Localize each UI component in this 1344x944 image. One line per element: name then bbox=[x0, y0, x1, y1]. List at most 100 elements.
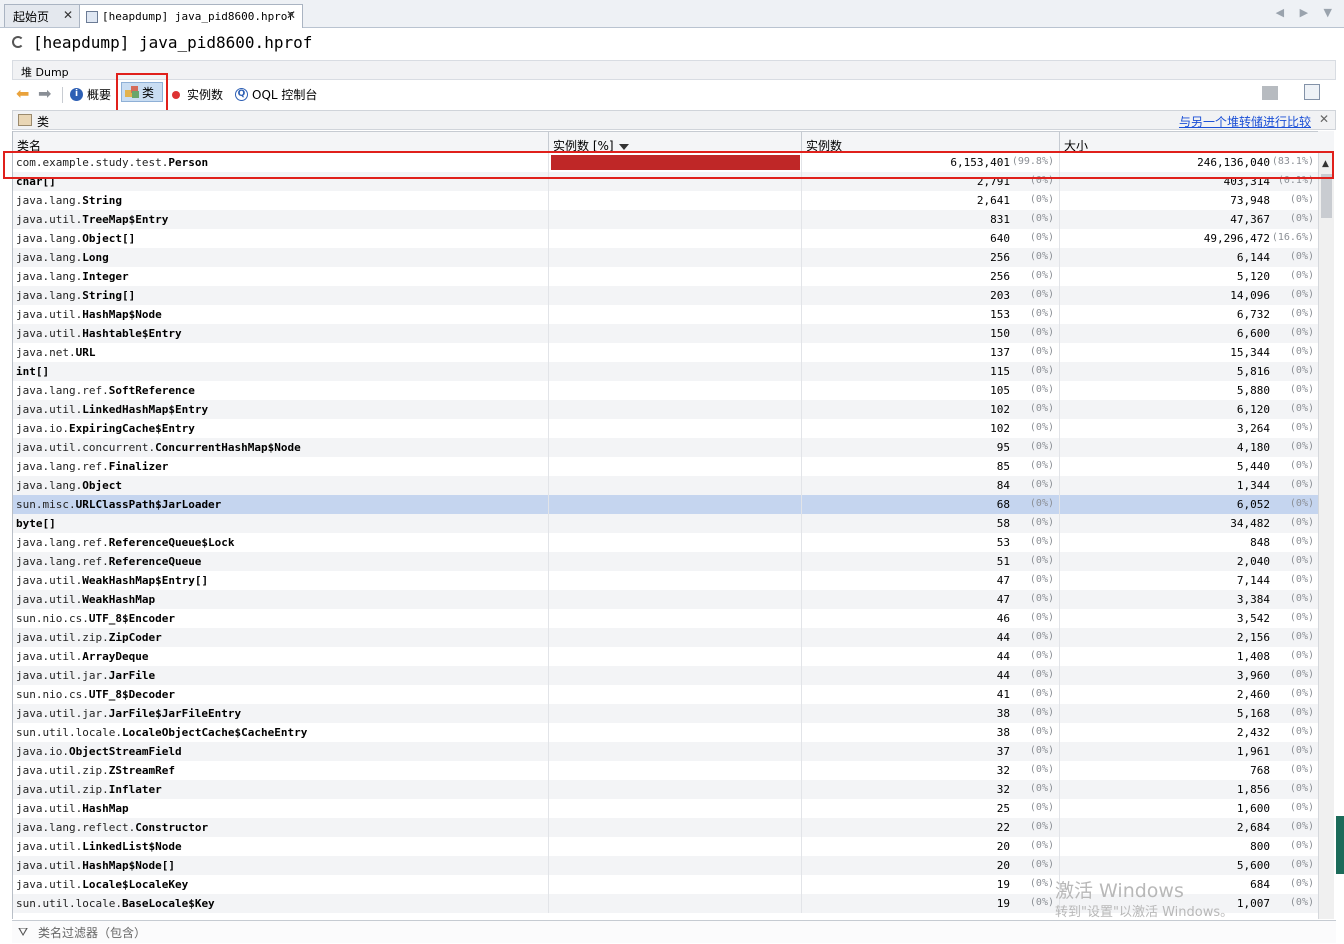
instances-cell: 150 (0%) bbox=[801, 324, 1060, 343]
table-row[interactable]: java.lang.reflect.Constructor 22 (0%) 2,684… bbox=[13, 818, 1319, 837]
size-value: 6,144 bbox=[1236, 251, 1270, 264]
class-simple-name: WeakHashMap$Entry[] bbox=[82, 574, 209, 587]
table-row[interactable]: java.util.LinkedList$Node 20 (0%) 800 (0%) bbox=[13, 837, 1319, 856]
table-row[interactable]: java.util.zip.Inflater 32 (0%) 1,856 (0%) bbox=[13, 780, 1319, 799]
instances-cell: 41 (0%) bbox=[801, 685, 1060, 704]
loading-spinner-icon bbox=[12, 36, 24, 48]
size-cell: 47,367 (0%) bbox=[1059, 210, 1319, 229]
table-row[interactable]: sun.misc.URLClassPath$JarLoader 68 (0%) 6,0… bbox=[13, 495, 1319, 514]
forward-arrow-icon[interactable]: ➡ bbox=[38, 86, 54, 102]
class-name-cell: java.util.ArrayDeque bbox=[16, 650, 544, 663]
summary-button[interactable]: i 概要 bbox=[70, 86, 111, 103]
table-row[interactable]: java.lang.ref.ReferenceQueue$Lock 53 (0%) 8… bbox=[13, 533, 1319, 552]
table-row[interactable]: java.util.Hashtable$Entry 150 (0%) 6,600 (0%… bbox=[13, 324, 1319, 343]
instances-button[interactable]: 实例数 bbox=[172, 86, 223, 103]
table-row[interactable]: java.lang.Object[] 640 (0%) 49,296,472 (16.6… bbox=[13, 229, 1319, 248]
side-panel-handle[interactable] bbox=[1336, 816, 1344, 874]
table-row[interactable]: java.lang.String[] 203 (0%) 14,096 (0%) bbox=[13, 286, 1319, 305]
table-row[interactable]: java.lang.Integer 256 (0%) 5,120 (0%) bbox=[13, 267, 1319, 286]
size-cell: 3,542 (0%) bbox=[1059, 609, 1319, 628]
table-row[interactable]: java.util.zip.ZipCoder 44 (0%) 2,156 (0%) bbox=[13, 628, 1319, 647]
table-row[interactable]: java.util.TreeMap$Entry 831 (0%) 47,367 (0%) bbox=[13, 210, 1319, 229]
class-simple-name: HashMap$Node bbox=[82, 308, 162, 321]
table-row[interactable]: sun.nio.cs.UTF_8$Encoder 46 (0%) 3,542 (0%) bbox=[13, 609, 1319, 628]
size-cell: 2,432 (0%) bbox=[1059, 723, 1319, 742]
instances-percent-cell bbox=[548, 742, 802, 761]
table-row[interactable]: sun.nio.cs.UTF_8$Decoder 41 (0%) 2,460 (0%) bbox=[13, 685, 1319, 704]
page-title: [heapdump] java_pid8600.hprof bbox=[33, 33, 313, 52]
back-arrow-icon[interactable]: ⬅ bbox=[16, 86, 32, 102]
table-row[interactable]: java.util.HashMap$Node 153 (0%) 6,732 (0%) bbox=[13, 305, 1319, 324]
document-title-bar: [heapdump] java_pid8600.hprof bbox=[0, 28, 1344, 58]
vertical-scrollbar[interactable]: ▲ bbox=[1318, 152, 1334, 919]
table-row[interactable]: java.lang.ref.ReferenceQueue 51 (0%) 2,040 (… bbox=[13, 552, 1319, 571]
tab-heapdump[interactable]: [heapdump] java_pid8600.hprof ✕ bbox=[79, 4, 303, 28]
close-icon[interactable]: ✕ bbox=[286, 8, 296, 22]
table-row[interactable]: java.util.WeakHashMap$Entry[] 47 (0%) 7,144… bbox=[13, 571, 1319, 590]
table-row[interactable]: char[] 2,791 (0%) 403,314 (0.1%) bbox=[13, 172, 1319, 191]
tab-scroll-arrows[interactable]: ◀ ▶ ▼ bbox=[1276, 6, 1338, 19]
size-value: 5,880 bbox=[1236, 384, 1270, 397]
class-simple-name: LocaleObjectCache$CacheEntry bbox=[121, 726, 308, 739]
table-row[interactable]: java.util.jar.JarFile$JarFileEntry 38 (0%)… bbox=[13, 704, 1319, 723]
table-row[interactable]: sun.util.locale.LocaleObjectCache$CacheE… bbox=[13, 723, 1319, 742]
column-instances-percent[interactable]: 实例数 [%] bbox=[553, 137, 629, 153]
size-value: 49,296,472 bbox=[1203, 232, 1270, 245]
classes-button[interactable]: 类 bbox=[121, 82, 163, 102]
instance-count: 22 bbox=[996, 821, 1010, 834]
class-simple-name: Person bbox=[168, 156, 209, 169]
instances-percent-cell bbox=[548, 818, 802, 837]
column-chooser-icon[interactable] bbox=[1318, 131, 1334, 152]
package-name: java.lang.ref. bbox=[16, 460, 109, 473]
instance-count: 84 bbox=[996, 479, 1010, 492]
table-row[interactable]: java.util.HashMap 25 (0%) 1,600 (0%) bbox=[13, 799, 1319, 818]
instances-percent-cell bbox=[548, 685, 802, 704]
instance-count: 38 bbox=[996, 726, 1010, 739]
compare-heapdump-link[interactable]: 与另一个堆转储进行比较 bbox=[1179, 113, 1311, 130]
table-row[interactable]: java.lang.ref.Finalizer 85 (0%) 5,440 (0%) bbox=[13, 457, 1319, 476]
instances-percent-cell bbox=[548, 894, 802, 913]
close-icon[interactable]: ✕ bbox=[63, 8, 73, 22]
instance-count: 6,153,401 bbox=[950, 156, 1010, 169]
table-row[interactable]: java.util.concurrent.ConcurrentHashMap$N… bbox=[13, 438, 1319, 457]
table-row[interactable]: int[] 115 (0%) 5,816 (0%) bbox=[13, 362, 1319, 381]
table-row[interactable]: java.lang.ref.SoftReference 105 (0%) 5,880 (… bbox=[13, 381, 1319, 400]
settings-panel-icon[interactable] bbox=[1304, 84, 1320, 100]
column-instances[interactable]: 实例数 bbox=[806, 137, 842, 153]
table-row[interactable]: byte[] 58 (0%) 34,482 (0%) bbox=[13, 514, 1319, 533]
column-class-name[interactable]: 类名 bbox=[17, 137, 41, 153]
table-row[interactable]: java.util.ArrayDeque 44 (0%) 1,408 (0%) bbox=[13, 647, 1319, 666]
table-row[interactable]: java.lang.Long 256 (0%) 6,144 (0%) bbox=[13, 248, 1319, 267]
scroll-up-icon[interactable]: ▲ bbox=[1322, 159, 1329, 169]
class-filter-input[interactable]: 类名过滤器（包含） bbox=[38, 924, 146, 941]
table-row[interactable]: java.util.jar.JarFile 44 (0%) 3,960 (0%) bbox=[13, 666, 1319, 685]
size-percent: (0%) bbox=[1289, 403, 1314, 414]
table-row[interactable]: java.util.zip.ZStreamRef 32 (0%) 768 (0%) bbox=[13, 761, 1319, 780]
table-row[interactable]: java.lang.String 2,641 (0%) 73,948 (0%) bbox=[13, 191, 1319, 210]
snapshot-icon[interactable] bbox=[1262, 86, 1278, 100]
class-name-cell: java.util.zip.ZStreamRef bbox=[16, 764, 544, 777]
size-percent: (0%) bbox=[1289, 365, 1314, 376]
table-row[interactable]: java.util.WeakHashMap 47 (0%) 3,384 (0%) bbox=[13, 590, 1319, 609]
class-filter-bar[interactable]: ⛛ 类名过滤器（包含） bbox=[12, 920, 1336, 943]
size-value: 2,156 bbox=[1236, 631, 1270, 644]
table-row[interactable]: java.util.LinkedHashMap$Entry 102 (0%) 6,12… bbox=[13, 400, 1319, 419]
table-row[interactable]: java.net.URL 137 (0%) 15,344 (0%) bbox=[13, 343, 1319, 362]
oql-console-button[interactable]: Q OQL 控制台 bbox=[235, 86, 317, 103]
size-percent: (0%) bbox=[1289, 194, 1314, 205]
table-row[interactable]: com.example.study.test.Person 6,153,401 (9… bbox=[13, 153, 1319, 172]
package-name: com.example.study.test. bbox=[16, 156, 169, 169]
close-icon[interactable]: ✕ bbox=[1319, 112, 1329, 126]
table-row[interactable]: java.io.ObjectStreamField 37 (0%) 1,961 (0%) bbox=[13, 742, 1319, 761]
table-row[interactable]: java.util.HashMap$Node[] 20 (0%) 5,600 (0%) bbox=[13, 856, 1319, 875]
tab-start-page[interactable]: 起始页 ✕ bbox=[4, 4, 80, 27]
instance-count: 44 bbox=[996, 631, 1010, 644]
table-row[interactable]: java.lang.Object 84 (0%) 1,344 (0%) bbox=[13, 476, 1319, 495]
table-row[interactable]: java.io.ExpiringCache$Entry 102 (0%) 3,264 (… bbox=[13, 419, 1319, 438]
instances-percent-cell bbox=[548, 286, 802, 305]
scrollbar-thumb[interactable] bbox=[1321, 174, 1332, 218]
size-cell: 1,961 (0%) bbox=[1059, 742, 1319, 761]
size-cell: 2,460 (0%) bbox=[1059, 685, 1319, 704]
size-value: 5,168 bbox=[1236, 707, 1270, 720]
column-size[interactable]: 大小 bbox=[1064, 137, 1088, 153]
